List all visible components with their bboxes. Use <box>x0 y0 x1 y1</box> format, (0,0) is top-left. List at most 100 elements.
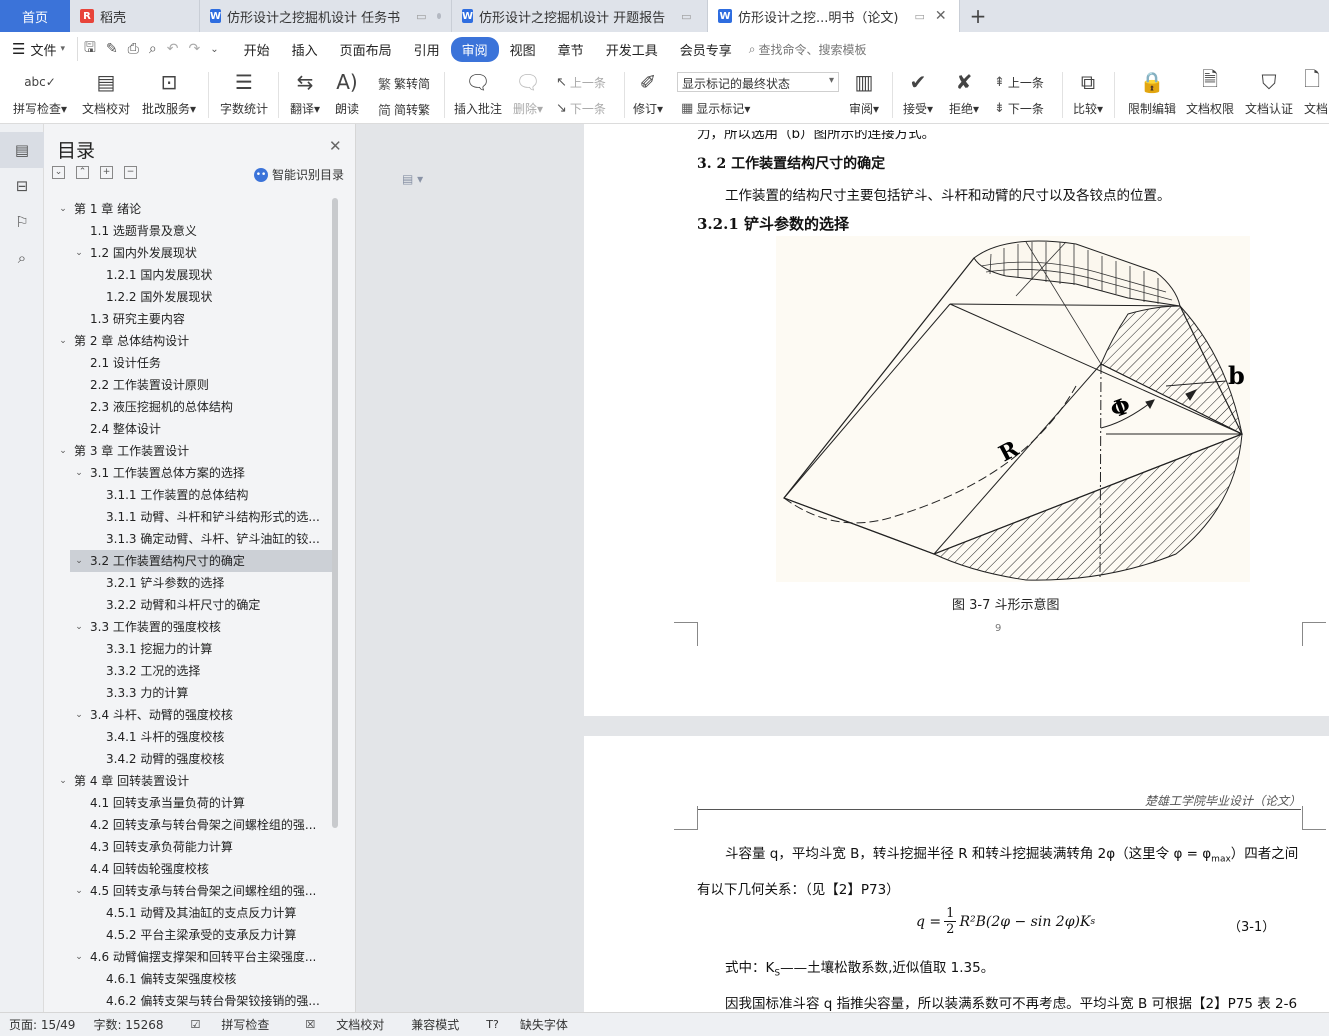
toc-item[interactable]: 3.4.2 动臂的强度校核 <box>44 748 334 770</box>
insert-comment-button[interactable]: 🗨 插入批注 <box>452 66 504 124</box>
command-search[interactable]: ⌕ 查找命令、搜索模板 <box>749 41 867 58</box>
toc-item[interactable]: 1.1 选题背景及意义 <box>44 220 334 242</box>
word-count-indicator[interactable]: 字数: 15268 <box>84 1016 172 1033</box>
proofread-button[interactable]: ▤ 文档校对 <box>80 66 132 124</box>
chevron-down-icon[interactable]: ⌄ <box>74 242 84 264</box>
expand-all-icon[interactable]: ⌃ <box>76 166 89 179</box>
read-aloud-button[interactable]: A) 朗读 <box>330 66 364 124</box>
annotate-service-button[interactable]: ⊡ 批改服务▾ <box>140 66 198 124</box>
menu-home[interactable]: 开始 <box>233 37 281 62</box>
print-preview-icon[interactable]: ⌕ <box>149 41 157 57</box>
chevron-down-icon[interactable]: ⌄ <box>58 770 68 792</box>
toc-panel-icon[interactable]: ▤ <box>0 132 44 168</box>
chevron-down-icon[interactable]: ⌄ <box>74 550 84 572</box>
toc-item[interactable]: ⌄ 3.2 工作装置结构尺寸的确定 <box>70 550 334 572</box>
bookmark-icon[interactable]: ⚐ <box>0 204 44 240</box>
toc-item[interactable]: ⌄ 3.1 工作装置总体方案的选择 <box>44 462 334 484</box>
menu-view[interactable]: 视图 <box>499 37 547 62</box>
toc-item[interactable]: ⌄ 1.2 国内外发展现状 <box>44 242 334 264</box>
redo-icon[interactable]: ↷ <box>188 41 200 57</box>
chevron-down-icon[interactable]: ⌄ <box>74 616 84 638</box>
undo-icon[interactable]: ↶ <box>167 41 179 57</box>
reviewing-pane-button[interactable]: ▥ 审阅▾ <box>846 66 882 124</box>
toc-item[interactable]: ⌄ 3.4 斗杆、动臂的强度校核 <box>44 704 334 726</box>
document-more-button[interactable]: 🗋 文档 <box>1304 66 1329 124</box>
spell-check-button[interactable]: abc✓ 拼写检查▾ <box>10 66 70 124</box>
toc-item[interactable]: ⌄ 第 4 章 回转装置设计 <box>44 770 334 792</box>
to-simplified-button[interactable]: 简简转繁 <box>378 100 430 119</box>
toc-item[interactable]: 3.1.3 确定动臂、斗杆、铲斗油缸的铰... <box>44 528 334 550</box>
to-traditional-button[interactable]: 繁繁转简 <box>378 74 430 93</box>
screen-icon[interactable]: ▭ <box>681 10 691 23</box>
next-comment-button[interactable]: ↘ 下一条 <box>556 100 606 117</box>
tab-task-book[interactable]: W 仿形设计之挖掘机设计 任务书 ▭ <box>200 0 452 32</box>
prev-comment-button[interactable]: ↖ 上一条 <box>556 74 606 91</box>
toc-item[interactable]: 3.3.2 工况的选择 <box>44 660 334 682</box>
next-change-button[interactable]: ⇟ 下一条 <box>994 100 1044 117</box>
toc-item[interactable]: 2.1 设计任务 <box>44 352 334 374</box>
toc-item[interactable]: ⌄ 第 2 章 总体结构设计 <box>44 330 334 352</box>
screen-icon[interactable]: ▭ <box>416 10 426 23</box>
toc-item[interactable]: 4.5.2 平台主梁承受的支承反力计算 <box>44 924 334 946</box>
document-permission-button[interactable]: 🗎 文档权限 <box>1184 66 1236 124</box>
collapse-level-icon[interactable]: − <box>124 166 137 179</box>
track-changes-button[interactable]: ✐ 修订▾ <box>630 66 666 124</box>
toc-item[interactable]: 2.4 整体设计 <box>44 418 334 440</box>
menu-layout[interactable]: 页面布局 <box>329 37 403 62</box>
menu-developer[interactable]: 开发工具 <box>595 37 669 62</box>
toc-item[interactable]: 4.3 回转支承负荷能力计算 <box>44 836 334 858</box>
new-tab-icon[interactable]: + <box>960 0 996 32</box>
collapse-all-icon[interactable]: ⌄ <box>52 166 65 179</box>
home-tab[interactable]: 首页 <box>0 0 70 32</box>
toc-item[interactable]: 4.4 回转齿轮强度校核 <box>44 858 334 880</box>
toc-scrollbar[interactable] <box>332 198 338 828</box>
toc-item[interactable]: 4.5.1 动臂及其油缸的支点反力计算 <box>44 902 334 924</box>
toc-item[interactable]: 3.2.2 动臂和斗杆尺寸的确定 <box>44 594 334 616</box>
section-nav-icon[interactable]: ⊟ <box>0 168 44 204</box>
chevron-down-icon[interactable]: ⌄ <box>58 198 68 220</box>
chevron-down-icon[interactable]: ⌄ <box>58 330 68 352</box>
close-icon[interactable]: ✕ <box>329 137 342 155</box>
smart-toc-button[interactable]: •• 智能识别目录 <box>254 166 344 183</box>
compare-button[interactable]: ⧉ 比较▾ <box>1070 66 1106 124</box>
toc-item[interactable]: 3.3.3 力的计算 <box>44 682 334 704</box>
save-icon[interactable]: 🖫 <box>84 37 96 61</box>
markup-mode-select[interactable]: 显示标记的最终状态 ▾ <box>677 72 839 92</box>
toc-item[interactable]: 4.1 回转支承当量负荷的计算 <box>44 792 334 814</box>
restrict-editing-button[interactable]: 🔒 限制编辑 <box>1126 66 1178 124</box>
chevron-down-icon[interactable]: ⌄ <box>74 462 84 484</box>
prev-change-button[interactable]: ⇞ 上一条 <box>994 74 1044 91</box>
toc-item[interactable]: ⌄ 4.5 回转支承与转台骨架之间螺栓组的强... <box>44 880 334 902</box>
expand-level-icon[interactable]: + <box>100 166 113 179</box>
close-tab-icon[interactable]: ✕ <box>935 8 947 24</box>
word-count-button[interactable]: ☰ 字数统计 <box>218 66 270 124</box>
toc-item[interactable]: ⌄ 4.6 动臂偏摆支撑架和回转平台主梁强度... <box>44 946 334 968</box>
toc-item[interactable]: ⌄ 3.3 工作装置的强度校核 <box>44 616 334 638</box>
menu-section[interactable]: 章节 <box>547 37 595 62</box>
delete-comment-button[interactable]: 🗨 删除▾ <box>510 66 546 124</box>
toc-item[interactable]: 1.3 研究主要内容 <box>44 308 334 330</box>
toc-item[interactable]: ⌄ 第 1 章 绪论 <box>44 198 334 220</box>
chevron-down-icon[interactable]: ⌄ <box>74 704 84 726</box>
missing-font-status[interactable]: T? 缺失字体 <box>468 1016 586 1033</box>
menu-insert[interactable]: 插入 <box>281 37 329 62</box>
customize-icon[interactable]: ⌄ <box>210 44 218 55</box>
tab-proposal[interactable]: W 仿形设计之挖掘机设计 开题报告 ▭ <box>452 0 708 32</box>
screen-icon[interactable]: ▭ <box>914 10 924 23</box>
toc-item[interactable]: 3.1.1 动臂、斗杆和铲斗结构形式的选... <box>44 506 334 528</box>
chevron-down-icon[interactable]: ⌄ <box>58 440 68 462</box>
toc-item[interactable]: 4.6.2 偏转支架与转台骨架铰接销的强... <box>44 990 334 1012</box>
toc-item[interactable]: 3.1.1 工作装置的总体结构 <box>44 484 334 506</box>
menu-member[interactable]: 会员专享 <box>669 37 743 62</box>
file-menu[interactable]: ☰ 文件 ▾ <box>0 40 77 59</box>
tab-docer[interactable]: R 稻壳 <box>70 0 200 32</box>
page-indicator[interactable]: 页面: 15/49 <box>0 1016 84 1033</box>
accept-button[interactable]: ✔ 接受▾ <box>900 66 936 124</box>
document-certify-button[interactable]: ⛉ 文档认证 <box>1243 66 1295 124</box>
print-icon[interactable]: ⎙ <box>128 41 139 57</box>
chevron-down-icon[interactable]: ⌄ <box>74 946 84 968</box>
toc-item[interactable]: 4.6.1 偏转支架强度校核 <box>44 968 334 990</box>
toc-item[interactable]: 3.2.1 铲斗参数的选择 <box>44 572 334 594</box>
menu-references[interactable]: 引用 <box>403 37 451 62</box>
toc-item[interactable]: 3.3.1 挖掘力的计算 <box>44 638 334 660</box>
